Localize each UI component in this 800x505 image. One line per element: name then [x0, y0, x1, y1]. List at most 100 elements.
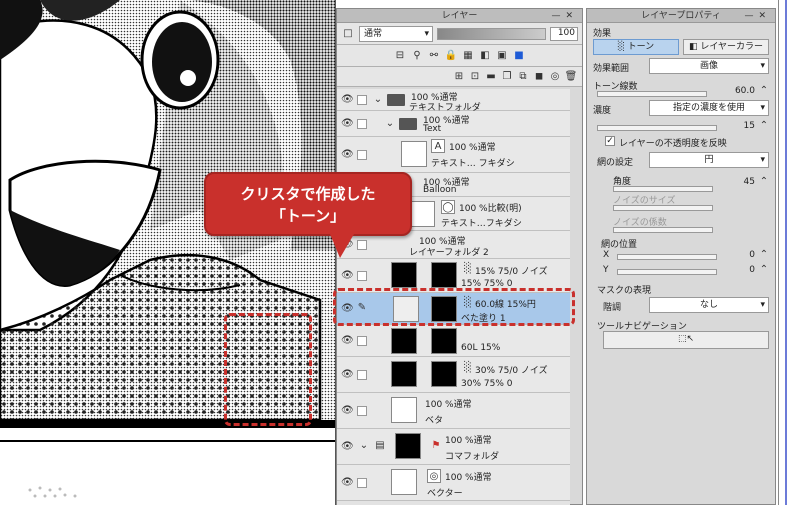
layer-name: ベクター	[427, 489, 463, 499]
right-scroll-edge	[778, 0, 800, 505]
expand-chevron-icon[interactable]: ⌄	[371, 93, 385, 107]
red-flag-icon: ⚑	[431, 440, 441, 451]
clip-icon[interactable]: ⊟	[393, 49, 407, 63]
layer-row[interactable]: 👁 60L 15%	[337, 325, 570, 357]
layer-checkbox[interactable]	[357, 118, 367, 129]
callout-line-1: クリスタで作成した	[240, 185, 376, 203]
tone-lines-slider[interactable]	[597, 91, 707, 97]
layer-checkbox[interactable]	[357, 477, 367, 488]
blend-mode-select[interactable]: 通常	[359, 25, 433, 42]
mask-expression-label: マスクの表現	[597, 286, 652, 296]
layer-color-icon[interactable]: ▣	[495, 49, 509, 63]
angle-spin-icon[interactable]: ⌃	[757, 175, 771, 189]
blue-color-icon[interactable]: ■	[512, 49, 526, 63]
layer-blend: 100 %比較(明)	[459, 204, 522, 214]
density-spin-icon[interactable]: ⌃	[757, 119, 771, 133]
reference-icon[interactable]: ⚲	[410, 49, 424, 63]
layer-panel-title: レイヤー —✕	[337, 9, 582, 23]
color-square-icon[interactable]: □	[341, 27, 355, 41]
layer-thumbnail	[409, 201, 435, 227]
layer-thumbnail	[401, 141, 427, 167]
layer-panel-title-text: レイヤー	[441, 11, 478, 21]
y-value[interactable]: 0	[719, 265, 755, 275]
density-select[interactable]: 指定の濃度を使用	[649, 100, 769, 116]
layer-checkbox[interactable]	[357, 94, 367, 105]
mask-thumbnail	[431, 361, 457, 387]
noise-factor-slider	[613, 227, 713, 233]
layer-thumbnail	[395, 433, 421, 459]
layer-row[interactable]: 👁 100 %通常 ベタ	[337, 393, 570, 429]
layer-row[interactable]: 👁 A 100 %通常 テキスト… フキダシ	[337, 137, 570, 173]
lock-icon[interactable]: 🔒	[444, 49, 458, 63]
reflect-opacity-checkbox[interactable]: ✓	[605, 136, 615, 146]
draft-icon[interactable]: ⚯	[427, 49, 441, 63]
layer-checkbox[interactable]	[357, 270, 367, 281]
x-slider[interactable]	[617, 254, 717, 260]
mask-thumbnail	[431, 262, 457, 288]
new-folder-icon[interactable]: ▬	[484, 70, 498, 84]
copy-layer-icon[interactable]: ❐	[500, 70, 514, 84]
apply-mask-icon[interactable]: ◼	[532, 70, 546, 84]
layer-checkbox[interactable]	[357, 239, 367, 250]
layer-name: レイヤーフォルダ 2	[409, 248, 489, 258]
layer-color-button[interactable]: ◧ レイヤーカラー	[683, 39, 769, 55]
density-value[interactable]: 15	[719, 121, 755, 131]
layer-checkbox[interactable]	[357, 405, 367, 416]
window-controls[interactable]: —✕	[551, 9, 578, 23]
visibility-eye-icon[interactable]: 👁	[341, 149, 354, 160]
callout-line-2: 「トーン」	[270, 207, 346, 225]
angle-value[interactable]: 45	[719, 177, 755, 187]
expand-chevron-icon[interactable]: ⌄	[383, 117, 397, 131]
folder-icon	[399, 118, 417, 130]
layer-panel: レイヤー —✕ □ 通常 100 ⊟ ⚲ ⚯ 🔒 ▦ ◧ ▣ ■ ⊞ ⊡ ▬ ❐…	[333, 8, 583, 505]
screen-shape-select[interactable]: 円	[649, 152, 769, 168]
gradation-select[interactable]: なし	[649, 297, 769, 313]
tone-highlight-canvas	[224, 313, 312, 426]
x-value[interactable]: 0	[719, 250, 755, 260]
window-controls[interactable]: —✕	[744, 9, 771, 23]
new-vector-layer-icon[interactable]: ⊡	[468, 70, 482, 84]
new-raster-layer-icon[interactable]: ⊞	[452, 70, 466, 84]
layer-checkbox[interactable]	[357, 369, 367, 380]
effect-range-select[interactable]: 画像	[649, 58, 769, 74]
tone-lines-value[interactable]: 60.0	[719, 86, 755, 96]
layer-row[interactable]: 👁 ◎ 100 %通常 ベクター	[337, 465, 570, 501]
angle-slider[interactable]	[613, 186, 713, 192]
tool-navigation-button[interactable]: ⬚↖	[603, 331, 769, 349]
y-slider[interactable]	[617, 269, 717, 275]
opacity-value[interactable]: 100	[550, 26, 578, 41]
tone-effect-button[interactable]: ░ トーン	[593, 39, 679, 55]
visibility-eye-icon[interactable]: 👁	[341, 369, 354, 380]
layer-row[interactable]: 👁 ⌄ 100 %通常 テキストフォルダ	[337, 89, 570, 113]
layer-tools-row: ⊟ ⚲ ⚯ 🔒 ▦ ◧ ▣ ■	[337, 45, 582, 67]
manga-canvas[interactable]	[0, 0, 335, 505]
mask-layer-icon[interactable]: ◎	[548, 70, 562, 84]
y-spin-icon[interactable]: ⌃	[757, 263, 771, 277]
visibility-eye-icon[interactable]: 👁	[341, 405, 354, 416]
lock-transparent-icon[interactable]: ▦	[461, 49, 475, 63]
mask-icon[interactable]: ◧	[478, 49, 492, 63]
layer-thumbnail	[391, 361, 417, 387]
callout-tail	[330, 234, 354, 258]
visibility-eye-icon[interactable]: 👁	[341, 441, 354, 452]
layer-checkbox[interactable]	[357, 149, 367, 160]
visibility-eye-icon[interactable]: 👁	[341, 477, 354, 488]
visibility-eye-icon[interactable]: 👁	[341, 270, 354, 281]
layer-row[interactable]: 👁 ⌄ 100 %通常 Text	[337, 111, 570, 137]
layer-checkbox[interactable]	[357, 335, 367, 346]
cube-cursor-icon: ⬚↖	[677, 334, 695, 344]
visibility-eye-icon[interactable]: 👁	[341, 94, 354, 105]
merge-layer-icon[interactable]: ⧉	[516, 70, 530, 84]
layer-row[interactable]: 👁 ⌄ ▤ ⚑ 100 %通常 コマフォルダ	[337, 429, 570, 465]
visibility-eye-icon[interactable]: 👁	[341, 118, 354, 129]
delete-layer-icon[interactable]: 🗑	[564, 70, 578, 84]
opacity-slider[interactable]	[437, 27, 546, 40]
density-slider[interactable]	[597, 125, 717, 131]
layer-color-label: レイヤーカラー	[700, 42, 764, 52]
tone-lines-spin-icon[interactable]: ⌃	[757, 84, 771, 98]
layer-row[interactable]: 👁 ░ 30% 75/0 ノイズ 30% 75% 0	[337, 357, 570, 393]
visibility-eye-icon[interactable]: 👁	[341, 335, 354, 346]
expand-chevron-icon[interactable]: ⌄	[357, 439, 371, 453]
x-spin-icon[interactable]: ⌃	[757, 248, 771, 262]
layer-thumbnail	[391, 397, 417, 423]
